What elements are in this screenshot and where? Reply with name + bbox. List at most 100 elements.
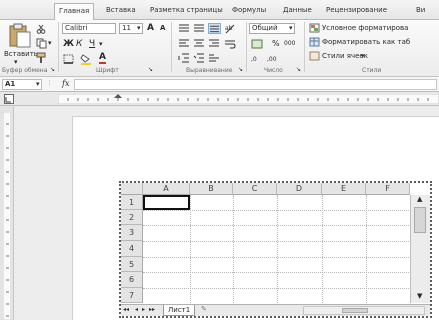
column-header[interactable]: D <box>277 183 322 195</box>
format-painter-icon[interactable] <box>36 52 48 64</box>
underline-button[interactable]: Ч <box>89 39 95 49</box>
insert-function-button[interactable]: fx <box>62 79 69 88</box>
tab-page-layout[interactable]: Разметка страницы <box>146 3 227 20</box>
tab-home[interactable]: Главная <box>54 3 95 20</box>
scroll-down-icon[interactable]: ▼ <box>417 292 422 300</box>
fill-color-icon[interactable] <box>80 53 92 65</box>
first-sheet-icon[interactable]: ◂◂ <box>123 306 129 313</box>
last-sheet-icon[interactable]: ▸▸ <box>149 306 155 313</box>
currency-format-icon[interactable] <box>251 39 263 49</box>
row-header[interactable]: 4 <box>121 241 143 257</box>
horizontal-scrollbar[interactable] <box>303 306 425 315</box>
gridline <box>143 210 409 211</box>
conditional-formatting-button[interactable]: Условное форматирова <box>322 24 408 32</box>
font-name-select[interactable]: Calibri <box>62 23 116 34</box>
alignment-group-label: Выравнивание <box>186 67 233 74</box>
gridline <box>143 241 409 242</box>
svg-text:,00: ,00 <box>267 56 277 63</box>
row-header[interactable]: 6 <box>121 272 143 288</box>
name-box-dropdown-icon[interactable]: ▾ <box>36 80 40 88</box>
vertical-ruler <box>0 106 14 320</box>
active-cell-a1[interactable] <box>143 195 190 210</box>
vertical-scrollbar[interactable]: ▲ ▼ <box>410 195 430 303</box>
column-header[interactable]: F <box>366 183 410 195</box>
format-as-table-icon[interactable] <box>309 37 320 47</box>
format-as-table-button[interactable]: Форматировать как таб <box>322 38 410 46</box>
row-header[interactable]: 5 <box>121 257 143 272</box>
row-header[interactable]: 2 <box>121 210 143 225</box>
percent-format-button[interactable]: % <box>272 39 280 48</box>
row-header[interactable]: 3 <box>121 225 143 241</box>
grow-font-button[interactable]: A <box>147 23 154 33</box>
cut-icon[interactable] <box>36 24 46 34</box>
horizontal-ruler <box>0 92 439 106</box>
clipboard-launcher-icon[interactable]: ↘ <box>50 66 55 73</box>
separator <box>304 22 305 72</box>
increase-decimal-icon[interactable]: ,0 <box>251 53 265 63</box>
wrap-text-icon[interactable] <box>224 39 236 49</box>
gridline <box>143 272 409 273</box>
shrink-font-button[interactable]: A <box>160 24 165 32</box>
svg-text:ab: ab <box>225 25 233 32</box>
column-header[interactable]: C <box>233 183 277 195</box>
text-direction-icon[interactable] <box>208 53 220 63</box>
tab-data[interactable]: Данные <box>279 3 316 20</box>
scroll-up-icon[interactable]: ▲ <box>417 195 422 203</box>
paste-icon[interactable] <box>6 23 32 49</box>
paste-dropdown-icon[interactable]: ▾ <box>14 58 18 66</box>
orientation-icon[interactable]: ab <box>224 23 236 34</box>
decrease-decimal-icon[interactable]: ,00 <box>267 53 281 63</box>
align-right-icon[interactable] <box>208 39 220 48</box>
horizontal-scroll-thumb[interactable] <box>342 308 368 313</box>
scroll-thumb[interactable] <box>414 207 426 233</box>
copy-icon[interactable] <box>36 38 48 49</box>
italic-button[interactable]: К <box>76 39 82 49</box>
tab-insert[interactable]: Вставка <box>102 3 140 20</box>
tab-view[interactable]: Ви <box>412 3 429 20</box>
office-button[interactable] <box>0 3 14 20</box>
column-header[interactable]: E <box>322 183 366 195</box>
font-size-dropdown-icon[interactable]: ▾ <box>137 24 141 32</box>
align-middle-icon[interactable] <box>193 24 205 33</box>
cell-styles-dropdown-icon[interactable]: ▾ <box>361 52 365 60</box>
cell-styles-icon[interactable] <box>309 51 320 61</box>
ribbon-tabs: Главная Вставка Разметка страницы Формул… <box>0 0 439 20</box>
copy-dropdown-icon[interactable]: ▾ <box>48 39 52 47</box>
ruler-corner-icon[interactable] <box>4 94 14 104</box>
next-sheet-icon[interactable]: ▸ <box>142 306 145 313</box>
sheet-tab-1[interactable]: Лист1 <box>163 305 196 316</box>
font-group-label: Шрифт <box>96 67 119 74</box>
column-header[interactable]: B <box>190 183 233 195</box>
select-all-corner[interactable] <box>121 183 143 195</box>
embedded-spreadsheet[interactable]: A B C D E F 1 2 3 4 5 6 7 ▲ ▼ ◂◂ ◂ ▸ ▸▸ … <box>119 181 432 318</box>
sheet-tab-bar: ◂◂ ◂ ▸ ▸▸ Лист1 ✎ <box>121 304 430 316</box>
borders-icon[interactable] <box>63 54 74 64</box>
align-left-icon[interactable] <box>178 39 190 48</box>
row-header[interactable]: 7 <box>121 288 143 303</box>
decrease-indent-icon[interactable] <box>178 53 190 63</box>
row-header[interactable]: 1 <box>121 195 143 210</box>
paste-button-label[interactable]: Вставить <box>4 50 38 58</box>
prev-sheet-icon[interactable]: ◂ <box>135 306 138 313</box>
alignment-launcher-icon[interactable]: ↘ <box>238 66 243 73</box>
insert-sheet-icon[interactable]: ✎ <box>201 305 207 313</box>
align-center-icon[interactable] <box>193 39 205 48</box>
ruler-scale <box>58 94 439 104</box>
bold-button[interactable]: Ж <box>63 39 74 49</box>
tab-formulas[interactable]: Формулы <box>228 3 270 20</box>
font-color-button[interactable]: A <box>99 53 106 64</box>
tab-review[interactable]: Рецензирование <box>322 3 391 20</box>
underline-dropdown-icon[interactable]: ▾ <box>99 40 103 48</box>
conditional-formatting-icon[interactable] <box>309 23 320 33</box>
increase-indent-icon[interactable] <box>193 53 205 63</box>
formula-input[interactable] <box>74 79 437 90</box>
thousands-format-button[interactable]: 000 <box>284 40 295 47</box>
number-launcher-icon[interactable]: ↘ <box>296 66 301 73</box>
column-header[interactable]: A <box>143 183 190 195</box>
align-bottom-icon[interactable] <box>208 23 221 34</box>
separator <box>58 22 59 72</box>
number-format-dropdown-icon[interactable]: ▾ <box>289 24 293 32</box>
gridline <box>143 288 409 289</box>
align-top-icon[interactable] <box>178 24 190 33</box>
font-launcher-icon[interactable]: ↘ <box>148 66 153 73</box>
